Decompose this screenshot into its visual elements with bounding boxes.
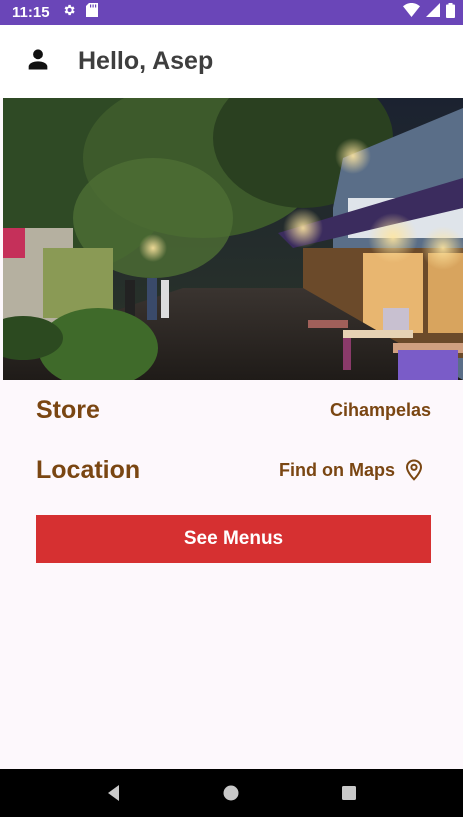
battery-icon (446, 2, 455, 23)
see-menus-button[interactable]: See Menus (36, 515, 431, 563)
find-on-maps-link[interactable]: Find on Maps (279, 459, 431, 481)
find-on-maps-text: Find on Maps (279, 459, 395, 480)
store-label: Store (36, 395, 100, 424)
status-time: 11:15 (12, 4, 50, 21)
wifi-icon (403, 3, 420, 22)
location-label: Location (36, 455, 141, 484)
store-row: Store Cihampelas (36, 390, 431, 430)
signal-icon (426, 3, 440, 22)
status-bar: 11:15 (0, 0, 463, 25)
store-name: Cihampelas (329, 399, 431, 420)
back-icon[interactable] (94, 773, 134, 813)
greeting-title: Hello, Asep (78, 47, 214, 75)
map-pin-icon (405, 459, 423, 481)
store-photo (3, 98, 463, 380)
person-icon[interactable] (24, 45, 52, 78)
app-bar: Hello, Asep (0, 25, 463, 98)
home-icon[interactable] (211, 773, 251, 813)
recents-icon[interactable] (329, 773, 369, 813)
system-nav-bar (0, 769, 463, 817)
settings-icon (62, 3, 76, 22)
location-row: Location Find on Maps (36, 450, 431, 490)
sd-card-icon (85, 3, 98, 22)
